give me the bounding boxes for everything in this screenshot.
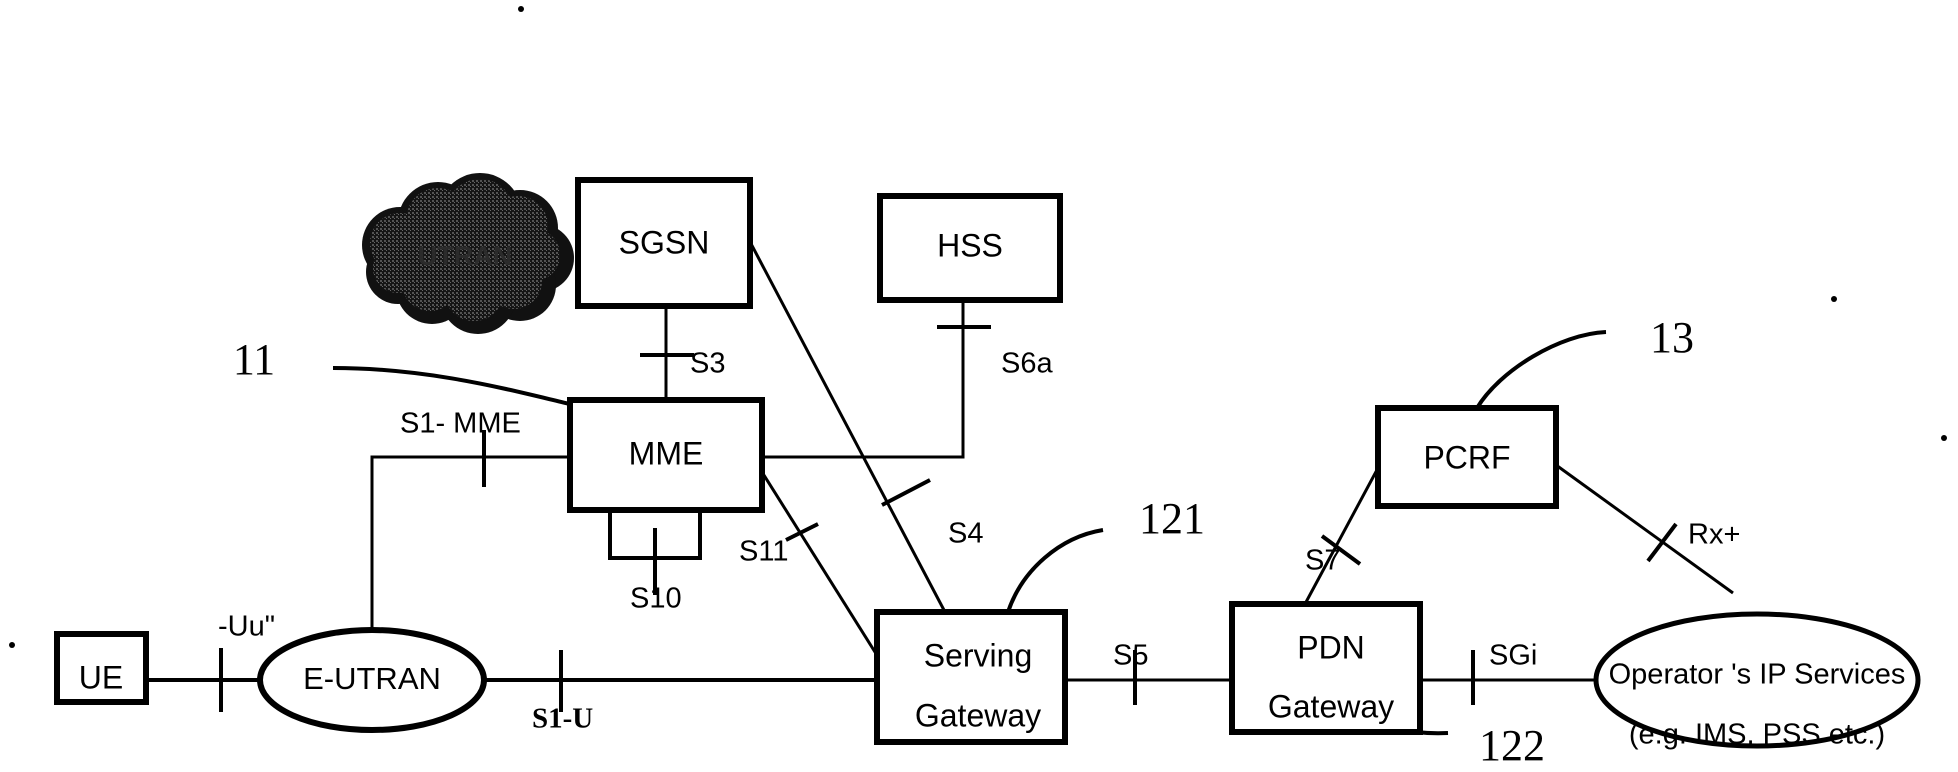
scan-speck bbox=[1941, 435, 1947, 441]
node-sgsn[interactable]: SGSN bbox=[575, 177, 753, 309]
node-label-pgw-line1: PDN bbox=[1297, 629, 1365, 665]
leader-11 bbox=[332, 366, 571, 406]
scan-speck bbox=[518, 6, 524, 12]
if-label-sgi: SGi bbox=[1489, 640, 1537, 672]
link-s1-mme bbox=[370, 455, 570, 640]
node-label-eutran: E-UTRAN bbox=[303, 661, 441, 696]
if-label-uu: -Uu" bbox=[218, 611, 275, 643]
node-utran[interactable]: UTRAN bbox=[362, 173, 574, 334]
node-label-ue: UE bbox=[79, 659, 123, 695]
node-pdn-gateway[interactable]: PDN Gateway bbox=[1229, 601, 1423, 735]
scan-speck bbox=[1831, 296, 1837, 302]
node-label-pcrf: PCRF bbox=[1423, 439, 1510, 475]
node-ip-services[interactable]: Operator 's IP Services (e.g. IMS, PSS e… bbox=[1593, 611, 1921, 751]
node-label-ipsvc-line2: (e.g. IMS, PSS etc.) bbox=[1629, 719, 1885, 751]
if-label-s4: S4 bbox=[948, 518, 983, 550]
leader-121 bbox=[1006, 528, 1104, 613]
node-ue[interactable]: UE bbox=[54, 631, 149, 705]
link-s6a bbox=[760, 300, 965, 459]
if-label-rx: Rx+ bbox=[1688, 519, 1740, 551]
node-mme[interactable]: MME bbox=[567, 397, 765, 513]
node-label-sgsn: SGSN bbox=[619, 224, 710, 260]
ref-numeral-13: 13 bbox=[1650, 313, 1694, 362]
if-label-s6a: S6a bbox=[1001, 348, 1053, 380]
node-serving-gateway[interactable]: Serving Gateway bbox=[874, 609, 1068, 745]
node-label-utran: UTRAN bbox=[418, 241, 513, 271]
node-eutran[interactable]: E-UTRAN bbox=[257, 627, 487, 733]
scan-speck bbox=[9, 642, 15, 648]
tick-rx bbox=[1646, 522, 1678, 563]
if-label-s1-u: S1-U bbox=[532, 703, 593, 735]
node-hss[interactable]: HSS bbox=[877, 193, 1063, 303]
if-label-s11: S11 bbox=[739, 536, 788, 568]
node-label-pgw-line2: Gateway bbox=[1268, 688, 1394, 724]
if-label-s3: S3 bbox=[690, 348, 725, 380]
if-label-s7: S7 bbox=[1305, 545, 1340, 577]
node-label-sgw-line1: Serving bbox=[924, 637, 1033, 673]
if-label-s5: S5 bbox=[1113, 640, 1148, 672]
ref-numeral-11: 11 bbox=[233, 335, 275, 384]
node-label-mme: MME bbox=[629, 435, 704, 471]
diagram-canvas: UTRAN UE E-UTRAN SGSN HSS MME Serving Ga… bbox=[0, 0, 1958, 772]
node-label-ipsvc-line1: Operator 's IP Services bbox=[1609, 659, 1906, 691]
eps-architecture-diagram: UTRAN UE E-UTRAN SGSN HSS MME Serving Ga… bbox=[9, 6, 1947, 770]
node-label-sgw-line2: Gateway bbox=[915, 697, 1041, 733]
node-pcrf[interactable]: PCRF bbox=[1375, 405, 1559, 509]
ref-numeral-121: 121 bbox=[1139, 494, 1205, 543]
if-label-s10: S10 bbox=[630, 583, 682, 615]
leader-13 bbox=[1475, 330, 1607, 410]
node-label-hss: HSS bbox=[937, 227, 1003, 263]
ref-numeral-122: 122 bbox=[1479, 721, 1545, 770]
link-s7 bbox=[1303, 467, 1380, 605]
if-label-s1-mme: S1- MME bbox=[400, 408, 521, 440]
tick-s4 bbox=[881, 478, 931, 507]
